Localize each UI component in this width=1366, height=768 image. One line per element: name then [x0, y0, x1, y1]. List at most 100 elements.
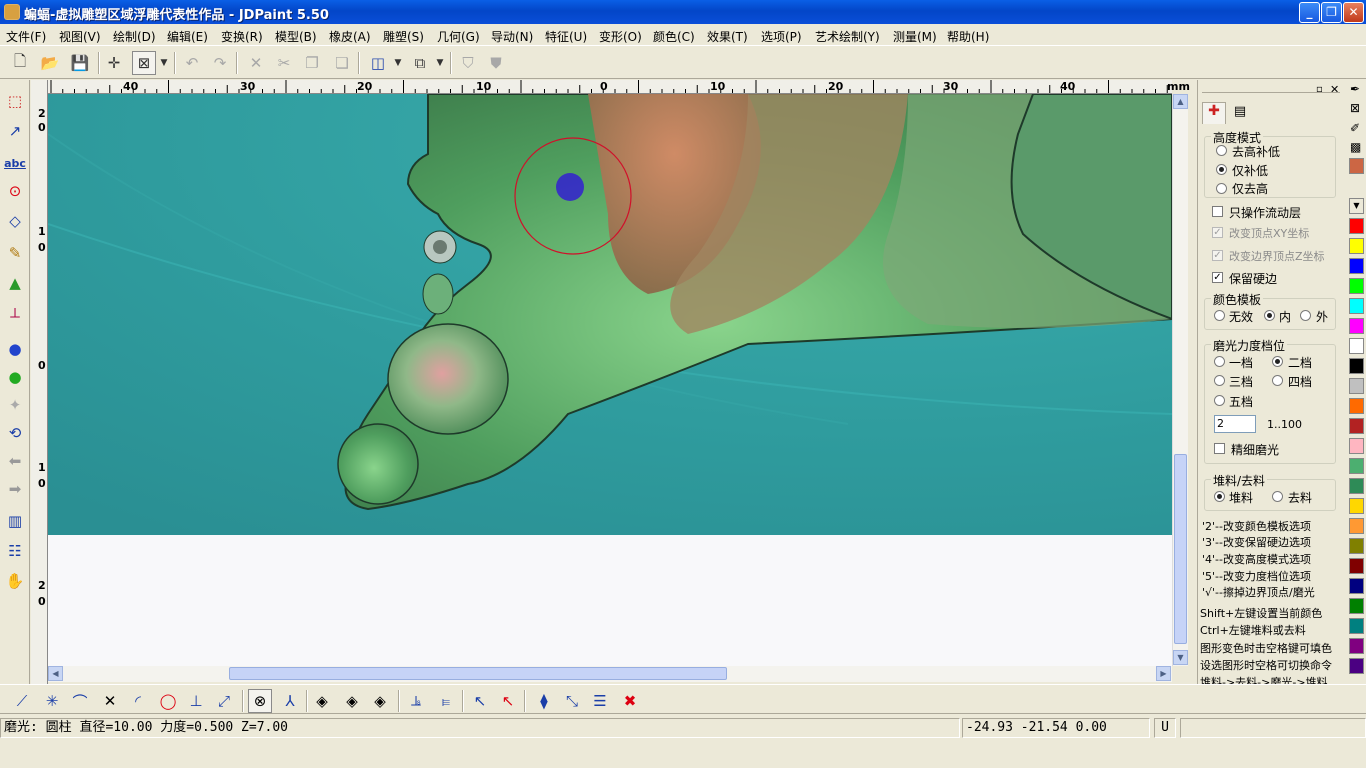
color-swatch[interactable] [1349, 458, 1364, 474]
horizontal-scroll-thumb[interactable] [229, 667, 727, 680]
color-swatch[interactable] [1349, 358, 1364, 374]
pointer-red-icon[interactable]: ↖ [496, 689, 520, 713]
color-swatch[interactable] [1349, 418, 1364, 434]
color-swatch[interactable] [1349, 278, 1364, 294]
cancel-icon[interactable]: ✖ [618, 689, 642, 713]
menu-feature[interactable]: 特征(U) [545, 28, 587, 45]
node-edit-icon[interactable]: ↗ [3, 120, 27, 142]
radio-level-5[interactable] [1214, 395, 1225, 406]
cube-view-icon[interactable]: ◫ [366, 51, 390, 75]
eyedropper-icon[interactable]: ✒ [1350, 82, 1360, 96]
light-tool-icon[interactable]: ✦ [3, 394, 27, 416]
menu-draw[interactable]: 绘制(D) [113, 28, 156, 45]
perpendicular-icon[interactable]: ⊥ [184, 689, 208, 713]
snap-angle-icon[interactable]: ⅄ [278, 689, 302, 713]
pattern-icon[interactable]: ▩ [1350, 140, 1361, 154]
radio-height-both[interactable] [1216, 145, 1227, 156]
move-node-icon[interactable]: ⤡ [560, 689, 584, 713]
bulb-blue-icon[interactable]: ● [3, 338, 27, 360]
circle-node-icon[interactable]: ◯ [156, 689, 180, 713]
intersect-icon[interactable]: ✕ [98, 689, 122, 713]
arrow-right-icon[interactable]: ➡ [3, 478, 27, 500]
tab-document-icon[interactable]: ▤ [1228, 104, 1252, 124]
checkbox-fine-polish[interactable] [1214, 443, 1225, 454]
list-icon[interactable]: ☰ [588, 689, 612, 713]
layer-tool-icon[interactable]: ▥ [3, 510, 27, 532]
radio-height-fill[interactable] [1216, 164, 1227, 175]
select-box-icon[interactable]: ⊠ [132, 51, 156, 75]
no-color-icon[interactable]: ⊠ [1350, 101, 1360, 115]
minimize-button[interactable]: _ [1299, 2, 1320, 23]
unit-button[interactable]: U [1154, 718, 1176, 738]
checkbox-flow-only[interactable] [1212, 206, 1223, 217]
panel-pin-icon[interactable]: ▫ [1316, 84, 1323, 95]
menu-color[interactable]: 颜色(C) [653, 28, 695, 45]
radio-height-cut[interactable] [1216, 183, 1227, 194]
undo-icon[interactable]: ↶ [180, 51, 204, 75]
align-2-icon[interactable]: ⫢ [434, 689, 458, 713]
menu-transform[interactable]: 变换(R) [221, 28, 263, 45]
radio-add-material[interactable] [1214, 491, 1225, 502]
scroll-right-icon[interactable]: ▶ [1156, 666, 1171, 681]
tangent-icon[interactable]: ⤢ [212, 689, 236, 713]
color-swatch[interactable] [1349, 578, 1364, 594]
color-swatch[interactable] [1349, 318, 1364, 334]
align-icon[interactable]: ⫡ [404, 689, 428, 713]
color-swatch[interactable] [1349, 378, 1364, 394]
diamond-3-icon[interactable]: ◈ [368, 689, 392, 713]
menu-effect[interactable]: 效果(T) [707, 28, 748, 45]
grid-tool-icon[interactable]: ☷ [3, 540, 27, 562]
checkbox-change-z[interactable]: ✓ [1212, 250, 1223, 261]
checkbox-keep-hard[interactable]: ✓ [1212, 272, 1223, 283]
copy-icon[interactable]: ❐ [300, 51, 324, 75]
select-dropdown-icon[interactable]: ▼ [158, 51, 170, 75]
color-swatch[interactable] [1349, 658, 1364, 674]
maximize-button[interactable]: ❐ [1321, 2, 1342, 23]
wire-dropdown-icon[interactable]: ▼ [434, 51, 446, 75]
arc-tool-icon[interactable]: ◜ [126, 689, 150, 713]
radio-level-1[interactable] [1214, 356, 1225, 367]
menu-sculpt[interactable]: 雕塑(S) [383, 28, 424, 45]
rotate-tool-icon[interactable]: ⟲ [3, 422, 27, 444]
color-swatch[interactable] [1349, 338, 1364, 354]
menu-model[interactable]: 模型(B) [275, 28, 317, 45]
menu-deform[interactable]: 变形(O) [599, 28, 642, 45]
menu-view[interactable]: 视图(V) [59, 28, 101, 45]
snap-point-icon[interactable]: ⊗ [248, 689, 272, 713]
crosshair-icon[interactable]: ✛ [102, 51, 126, 75]
tab-sculpt-icon[interactable]: ✚ [1202, 102, 1226, 124]
node-star-icon[interactable]: ✳ [40, 689, 64, 713]
brush-tool-icon[interactable]: ✎ [3, 242, 27, 264]
shield-2-icon[interactable]: ⛊ [484, 51, 508, 75]
text-tool-icon[interactable]: abc [3, 152, 27, 174]
arrow-left-icon[interactable]: ⬅ [3, 450, 27, 472]
picker-icon[interactable]: ✐ [1350, 121, 1360, 135]
diamond-1-icon[interactable]: ◈ [310, 689, 334, 713]
color-swatch[interactable] [1349, 598, 1364, 614]
radio-level-2[interactable] [1272, 356, 1283, 367]
bulb-green-icon[interactable]: ● [3, 366, 27, 388]
panel-close-icon[interactable]: ✕ [1330, 83, 1339, 96]
diamond-2-icon[interactable]: ◈ [340, 689, 364, 713]
measure-tool-icon[interactable]: ⟂ [3, 302, 27, 324]
checkbox-change-xy[interactable]: ✓ [1212, 227, 1223, 238]
scroll-down-icon[interactable]: ▼ [1173, 650, 1188, 665]
shape-tool-icon[interactable]: ⊙ [3, 180, 27, 202]
select-node-icon[interactable]: ⬚ [3, 90, 27, 112]
color-swatch[interactable] [1349, 558, 1364, 574]
radio-color-outer[interactable] [1300, 310, 1311, 321]
menu-edit[interactable]: 编辑(E) [167, 28, 208, 45]
vertical-scroll-thumb[interactable] [1174, 454, 1187, 644]
horizontal-scrollbar[interactable]: ◀ ▶ [48, 666, 1172, 682]
redo-icon[interactable]: ↷ [208, 51, 232, 75]
new-file-icon[interactable]: 🗋 [8, 51, 32, 75]
wire-cube-icon[interactable]: ⧉ [408, 51, 432, 75]
bell-tool-icon[interactable]: ▲ [3, 272, 27, 294]
close-button[interactable]: ✕ [1343, 2, 1364, 23]
color-swatch[interactable] [1349, 478, 1364, 494]
pointer-x-icon[interactable]: ↖ [468, 689, 492, 713]
radio-level-4[interactable] [1272, 375, 1283, 386]
open-file-icon[interactable]: 📂 [38, 51, 62, 75]
transform-icon[interactable]: ⧫ [532, 689, 556, 713]
menu-art-draw[interactable]: 艺术绘制(Y) [815, 28, 880, 45]
